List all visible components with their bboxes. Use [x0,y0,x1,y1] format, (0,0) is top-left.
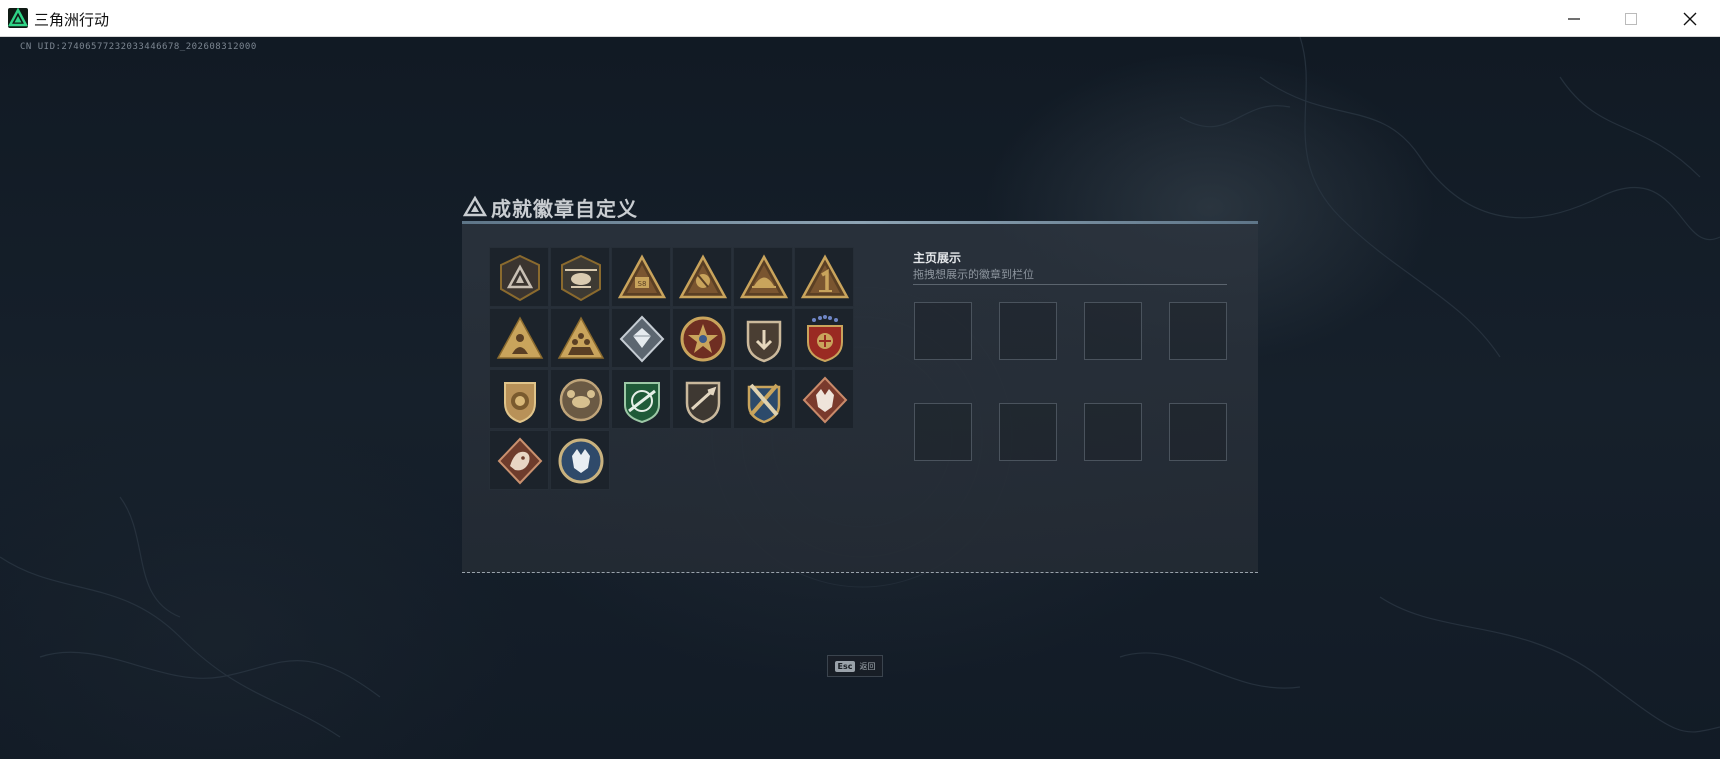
svg-text:S8: S8 [638,280,647,288]
crystal-diamond-badge-icon [619,315,665,363]
badge-slot[interactable] [489,369,549,429]
soldier-triangle-badge-icon [496,316,544,359]
badge-slot[interactable] [550,308,610,368]
badge-slot[interactable] [489,430,549,490]
wolf-diamond-badge-icon [802,376,848,424]
window-title: 三角洲行动 [34,11,110,29]
display-slot[interactable] [999,302,1057,360]
badge-slot[interactable] [794,369,854,429]
starred-shield-badge-icon [807,315,843,363]
badge-slot[interactable] [489,247,549,307]
badge-slot[interactable] [550,369,610,429]
badge-slot[interactable] [733,308,793,368]
crossed-rockets-badge-icon [747,383,781,424]
display-slot[interactable] [914,302,972,360]
back-button[interactable]: Esc 返回 [827,655,883,677]
badge-slot[interactable] [794,247,854,307]
minimize-icon[interactable] [1546,0,1602,37]
back-label: 返回 [859,661,876,671]
badge-slot[interactable] [489,308,549,368]
badge-slot[interactable] [733,247,793,307]
display-slot[interactable] [1084,403,1142,461]
badge-slot[interactable] [794,308,854,368]
helicopter-badge-icon [561,254,601,302]
badge-slot[interactable] [733,369,793,429]
close-icon[interactable] [1662,0,1718,37]
user-uid: CN UID:27406577232033446678_202608312000 [20,42,257,52]
display-section-hint: 拖拽想展示的徽章到栏位 [913,268,1034,281]
lion-shield-badge-icon [504,382,536,424]
emblem-triangle-badge-icon [678,254,728,299]
badge-slot[interactable] [672,369,732,429]
badge-slot[interactable] [611,369,671,429]
dagger-shield-badge-icon [685,381,721,424]
badge-slot[interactable] [672,247,732,307]
panel-top-accent [462,221,1258,224]
display-slot[interactable] [999,403,1057,461]
s8-triangle-badge-icon: S8 [617,254,667,299]
page-title: 成就徽章自定义 [491,196,638,221]
delta-triangle-icon [8,8,28,28]
esc-key-hint: Esc [834,660,856,672]
crab-circle-badge-icon [559,378,603,422]
number-one-triangle-badge-icon [800,254,850,299]
star-ring-badge-icon [680,316,726,362]
dragon-diamond-badge-icon [497,437,543,485]
badge-slot[interactable] [672,308,732,368]
display-slot[interactable] [1169,403,1227,461]
badge-slot[interactable]: S8 [611,247,671,307]
badge-slot[interactable] [611,308,671,368]
divider [913,284,1227,285]
badge-slot[interactable] [550,247,610,307]
delta-triangle-badge-icon [500,254,540,302]
window-titlebar: 三角洲行动 [0,0,1720,37]
display-slot[interactable] [914,403,972,461]
game-viewport: CN UID:27406577232033446678_202608312000… [0,37,1720,759]
display-slot[interactable] [1169,302,1227,360]
troops-triangle-badge-icon [557,316,605,359]
badge-slot[interactable] [550,430,610,490]
rifle-crosshair-badge-icon [624,382,660,424]
panel-bottom-border [462,571,1258,573]
display-slot[interactable] [1084,302,1142,360]
panel-header: 成就徽章自定义 [463,192,638,222]
down-arrow-shield-badge-icon [746,320,782,363]
helmet-triangle-badge-icon [739,254,789,299]
badge-customization-panel: S8 主页展示 拖拽想展示的徽章到栏位 [462,221,1258,573]
delta-triangle-icon [463,195,487,217]
wolf-circle-badge-icon [558,438,604,484]
display-section-title: 主页展示 [913,251,962,265]
maximize-icon[interactable] [1603,0,1659,37]
